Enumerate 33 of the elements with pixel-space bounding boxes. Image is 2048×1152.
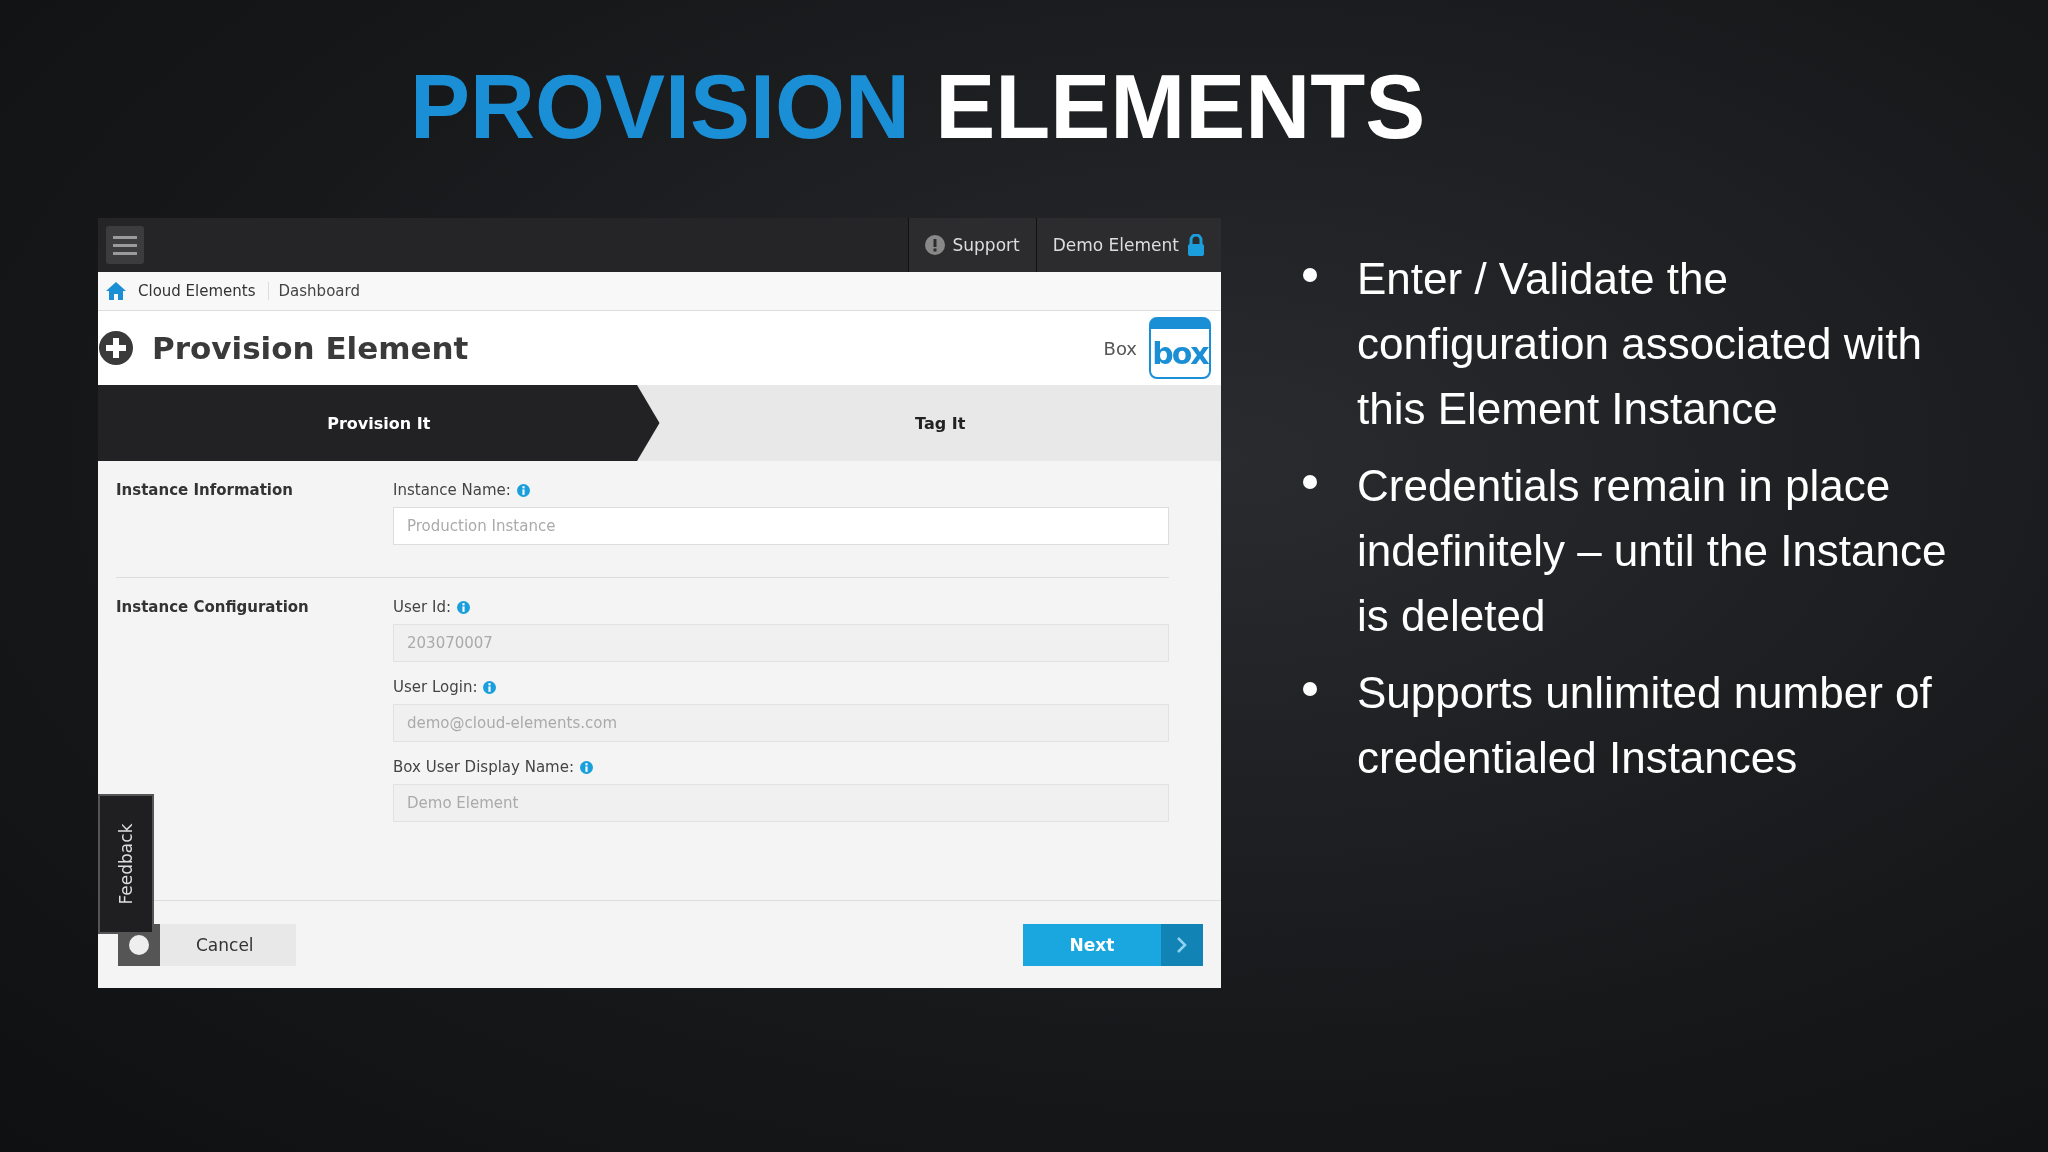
info-icon — [483, 680, 497, 694]
step-tab[interactable]: Provision It — [98, 385, 660, 461]
info-icon — [456, 600, 470, 614]
field-label: Box User Display Name: — [393, 758, 574, 776]
bullet-text: Enter / Validate the configuration associated with this Element Instance — [1357, 253, 1923, 435]
cancel-button[interactable]: Cancel — [118, 923, 296, 966]
info-icon — [580, 760, 593, 774]
bullet-icon — [1303, 682, 1317, 696]
element-name: Box — [1103, 337, 1137, 359]
breadcrumb-link[interactable]: Cloud Elements — [138, 282, 256, 300]
bullet-icon — [1303, 268, 1317, 282]
field-label: User Login: — [393, 678, 478, 696]
bullet-icon — [1303, 475, 1317, 489]
bullet-text: Credentials remain in place indefinitely – until the Instance is deleted — [1357, 460, 1948, 642]
breadcrumb-link[interactable]: Dashboard — [267, 282, 360, 300]
section-title: Instance Information — [116, 481, 293, 499]
alert-icon — [924, 235, 945, 255]
page-title: Provision Element — [152, 330, 469, 366]
bullet-text: Supports unlimited number of credentialed Instances — [1357, 667, 1933, 784]
menu-icon[interactable] — [106, 226, 144, 264]
info-icon — [516, 483, 530, 497]
support-link[interactable]: Support — [907, 218, 1036, 272]
slide-title: PROVISION ELEMENTS — [409, 56, 1427, 159]
field-label: User Id: — [393, 598, 451, 616]
lock-icon — [1187, 234, 1205, 256]
element-logo: box — [1149, 317, 1211, 379]
feedback-tab[interactable]: Feedback — [98, 794, 154, 934]
user-menu[interactable]: Demo Element — [1035, 218, 1221, 272]
chevron-icon — [1176, 935, 1188, 954]
section-title: Instance Configuration — [116, 598, 309, 616]
text-field[interactable]: Production Instance — [393, 507, 1169, 545]
home-icon[interactable] — [106, 282, 126, 300]
field-label: Instance Name: — [393, 481, 511, 499]
